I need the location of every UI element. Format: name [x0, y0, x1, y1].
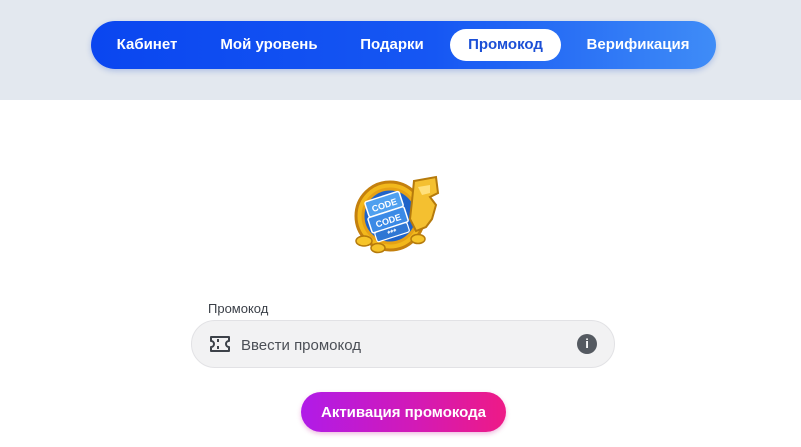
ticket-icon [210, 336, 230, 352]
account-nav: Кабинет Мой уровень Подарки Промокод Вер… [91, 21, 716, 69]
tab-promo-code[interactable]: Промокод [450, 29, 561, 61]
activate-promo-button[interactable]: Активация промокода [301, 392, 506, 432]
tab-gifts[interactable]: Подарки [349, 29, 435, 61]
info-icon[interactable]: i [577, 334, 597, 354]
promo-code-coin-icon: CODE CODE *** [354, 175, 440, 254]
tab-my-level[interactable]: Мой уровень [209, 29, 329, 61]
promo-code-label: Промокод [208, 301, 269, 316]
tab-cabinet[interactable]: Кабинет [107, 29, 187, 61]
promo-code-field[interactable]: i [191, 320, 615, 368]
tab-verification[interactable]: Верификация [575, 29, 701, 61]
promo-code-input[interactable] [241, 333, 561, 357]
